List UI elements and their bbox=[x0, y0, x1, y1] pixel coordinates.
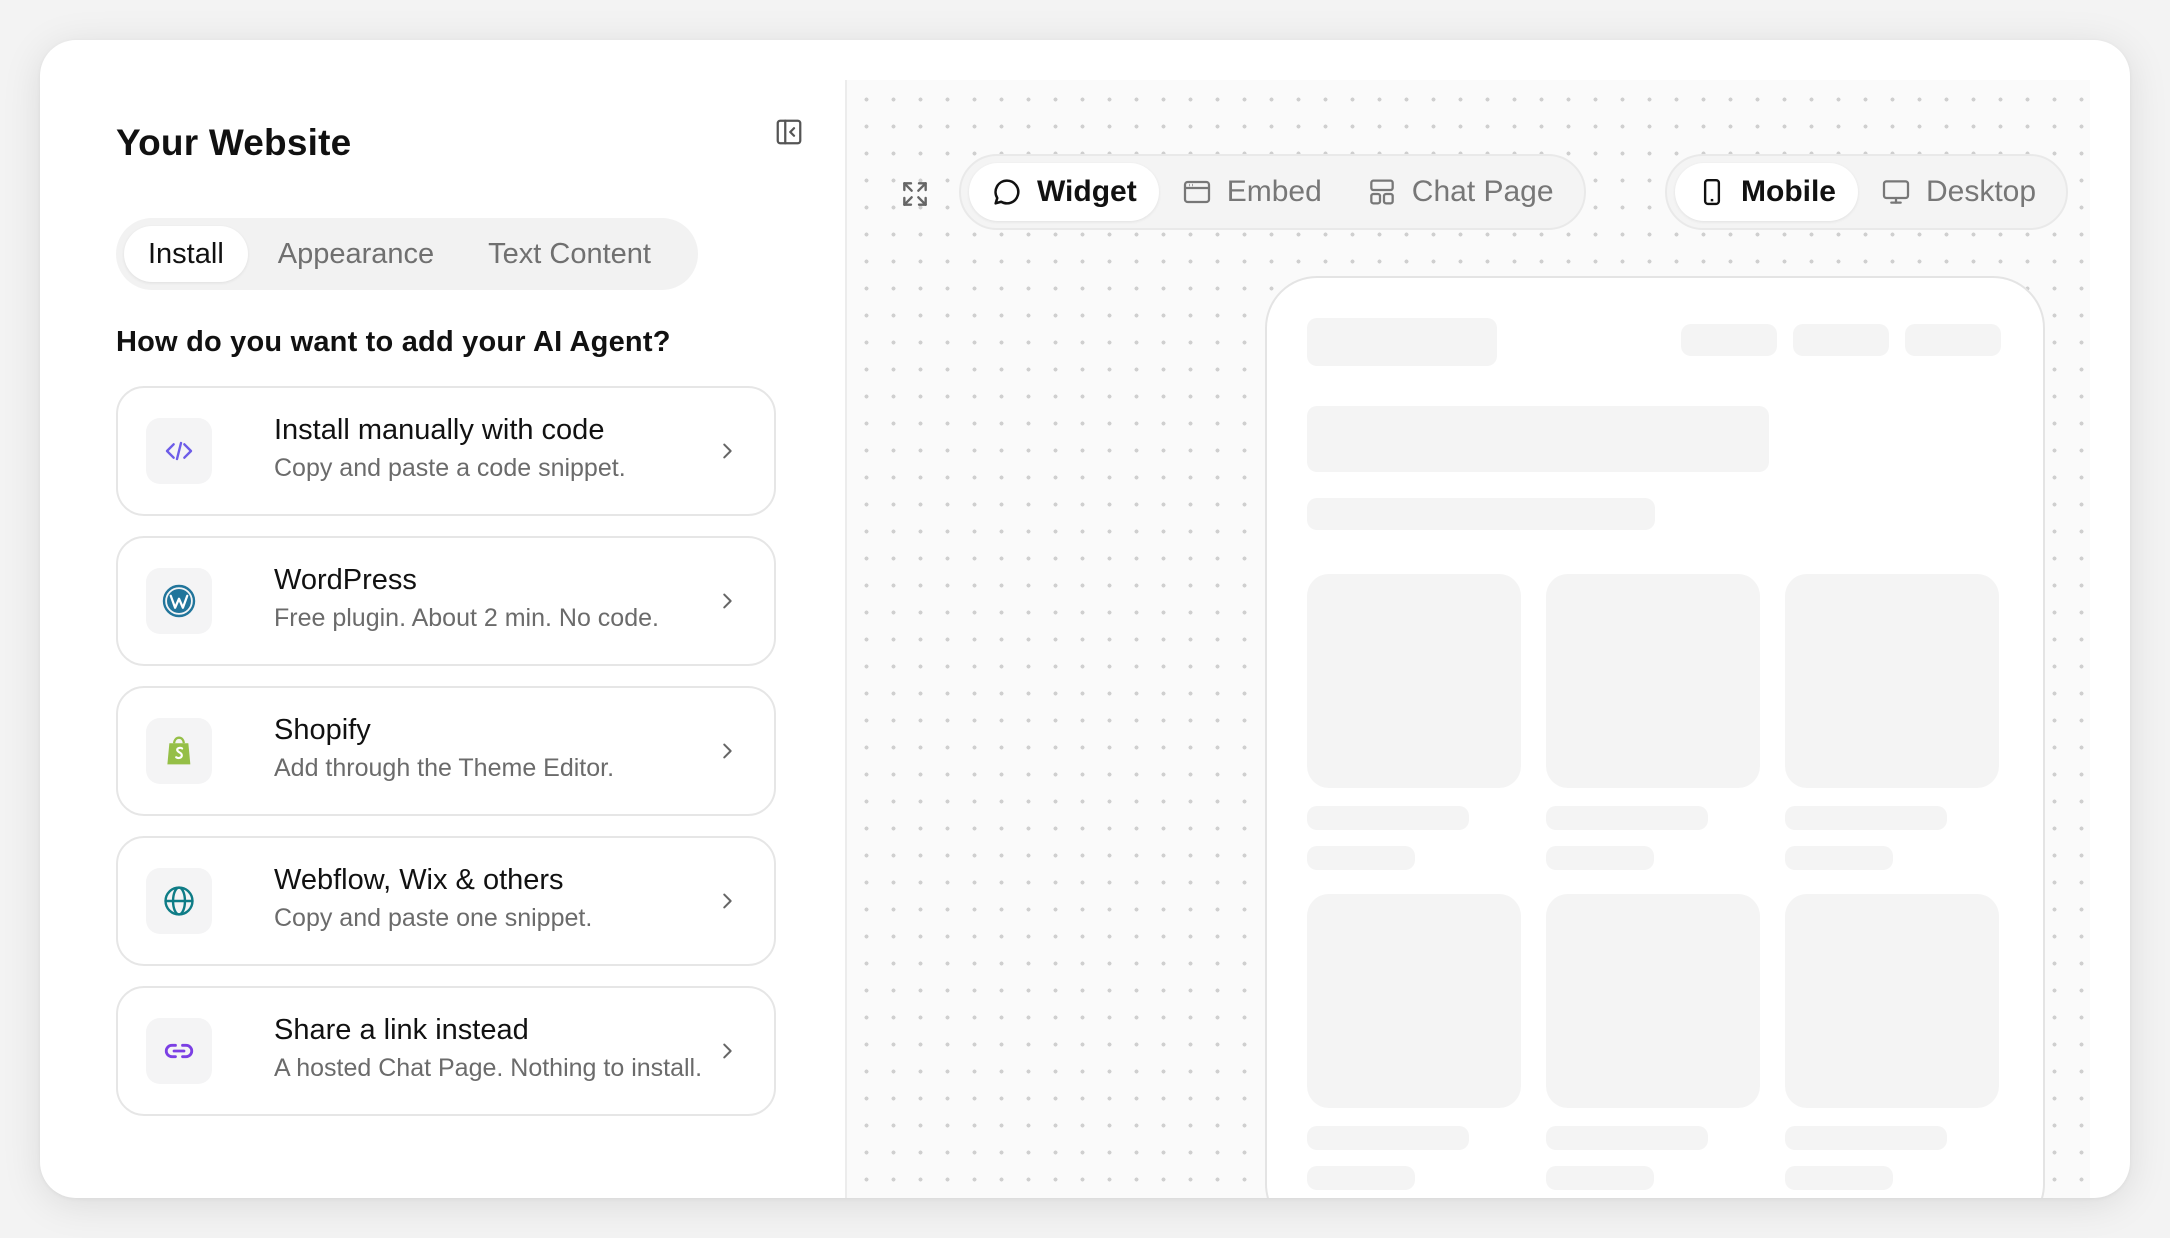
skeleton-nav-item bbox=[1905, 324, 2001, 356]
mode-chat-page-button[interactable]: Chat Page bbox=[1344, 163, 1576, 221]
option-title: WordPress bbox=[274, 564, 417, 596]
preview-mode-switcher: Widget Embed Chat Page bbox=[959, 154, 1586, 230]
option-description: Copy and paste a code snippet. bbox=[274, 454, 626, 482]
skeleton-card-title bbox=[1546, 1126, 1708, 1150]
skeleton-nav-item bbox=[1681, 324, 1777, 356]
device-label: Desktop bbox=[1926, 175, 2037, 208]
monitor-icon bbox=[1882, 180, 1910, 204]
option-title: Webflow, Wix & others bbox=[274, 864, 564, 896]
setup-panel: Your Website Install Appearance Text Con… bbox=[40, 40, 845, 1198]
option-webflow-wix-others[interactable]: Webflow, Wix & others Copy and paste one… bbox=[116, 836, 776, 966]
skeleton-card-image bbox=[1546, 894, 1760, 1108]
skeleton-nav-item bbox=[1793, 324, 1889, 356]
globe-icon bbox=[146, 868, 212, 934]
option-title: Install manually with code bbox=[274, 414, 605, 446]
skeleton-card-title bbox=[1785, 1126, 1947, 1150]
device-desktop-button[interactable]: Desktop bbox=[1858, 163, 2058, 221]
settings-tabs: Install Appearance Text Content bbox=[116, 218, 698, 290]
tab-text-content[interactable]: Text Content bbox=[464, 226, 675, 282]
layout-icon bbox=[1369, 179, 1394, 205]
tab-install[interactable]: Install bbox=[124, 226, 248, 282]
code-icon bbox=[146, 418, 212, 484]
mobile-preview-frame bbox=[1265, 276, 2045, 1198]
skeleton-card-title bbox=[1785, 806, 1947, 830]
shopify-icon bbox=[146, 718, 212, 784]
option-title: Share a link instead bbox=[274, 1014, 529, 1046]
chevron-right-icon bbox=[712, 586, 742, 616]
skeleton-card-image bbox=[1785, 894, 1999, 1108]
chevron-right-icon bbox=[712, 436, 742, 466]
smartphone-icon bbox=[1703, 178, 1721, 206]
fullscreen-button[interactable] bbox=[897, 176, 933, 212]
option-shopify[interactable]: Shopify Add through the Theme Editor. bbox=[116, 686, 776, 816]
skeleton-card-price bbox=[1785, 1166, 1893, 1190]
option-share-link[interactable]: Share a link instead A hosted Chat Page.… bbox=[116, 986, 776, 1116]
skeleton-card-image bbox=[1307, 894, 1521, 1108]
chevron-right-icon bbox=[712, 736, 742, 766]
install-question: How do you want to add your AI Agent? bbox=[116, 326, 671, 358]
skeleton-card-price bbox=[1546, 1166, 1654, 1190]
tab-appearance[interactable]: Appearance bbox=[254, 226, 458, 282]
skeleton-card-price bbox=[1307, 846, 1415, 870]
panel-title: Your Website bbox=[116, 122, 352, 163]
device-label: Mobile bbox=[1741, 175, 1836, 208]
option-description: Copy and paste one snippet. bbox=[274, 904, 593, 932]
skeleton-heading bbox=[1307, 406, 1769, 472]
mode-label: Embed bbox=[1226, 175, 1322, 208]
option-description: A hosted Chat Page. Nothing to install. bbox=[274, 1054, 703, 1082]
skeleton-card-price bbox=[1546, 846, 1654, 870]
chat-bubble-icon bbox=[994, 179, 1020, 205]
skeleton-card-image bbox=[1785, 574, 1999, 788]
mode-embed-button[interactable]: Embed bbox=[1159, 163, 1344, 221]
option-description: Add through the Theme Editor. bbox=[274, 754, 615, 782]
option-title: Shopify bbox=[274, 714, 371, 746]
mode-label: Widget bbox=[1037, 175, 1137, 208]
option-description: Free plugin. About 2 min. No code. bbox=[274, 604, 659, 632]
skeleton-card-price bbox=[1307, 1166, 1415, 1190]
link-icon bbox=[146, 1018, 212, 1084]
install-options-list: Install manually with code Copy and past… bbox=[116, 386, 776, 1136]
chevron-right-icon bbox=[712, 886, 742, 916]
chevron-right-icon bbox=[712, 1036, 742, 1066]
wordpress-icon bbox=[146, 568, 212, 634]
expand-icon bbox=[903, 182, 927, 206]
skeleton-card-title bbox=[1307, 1126, 1469, 1150]
collapse-sidebar-button[interactable] bbox=[771, 114, 807, 150]
skeleton-logo bbox=[1307, 318, 1497, 366]
skeleton-card-price bbox=[1785, 846, 1893, 870]
browser-window-icon bbox=[1183, 180, 1210, 204]
mode-label: Chat Page bbox=[1411, 175, 1554, 208]
skeleton-card-image bbox=[1546, 574, 1760, 788]
mode-widget-button[interactable]: Widget bbox=[969, 163, 1159, 221]
skeleton-card-image bbox=[1307, 574, 1521, 788]
option-install-manually[interactable]: Install manually with code Copy and past… bbox=[116, 386, 776, 516]
preview-canvas: Widget Embed Chat Page Mobile Desktop bbox=[845, 80, 2090, 1198]
website-setup-card: Your Website Install Appearance Text Con… bbox=[40, 40, 2130, 1198]
option-wordpress[interactable]: WordPress Free plugin. About 2 min. No c… bbox=[116, 536, 776, 666]
device-mobile-button[interactable]: Mobile bbox=[1675, 163, 1858, 221]
skeleton-subheading bbox=[1307, 498, 1655, 530]
device-switcher: Mobile Desktop bbox=[1665, 154, 2069, 230]
skeleton-card-title bbox=[1546, 806, 1708, 830]
skeleton-card-title bbox=[1307, 806, 1469, 830]
sidebar-collapse-icon bbox=[776, 119, 802, 145]
